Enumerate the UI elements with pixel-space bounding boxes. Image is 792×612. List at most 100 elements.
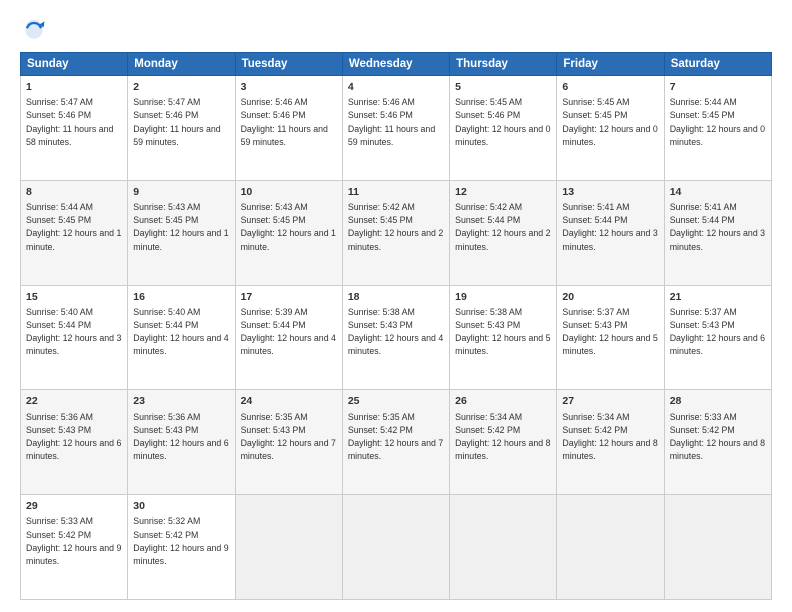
calendar-header-saturday: Saturday [664, 53, 771, 76]
calendar-cell: 5Sunrise: 5:45 AMSunset: 5:46 PMDaylight… [450, 76, 557, 181]
day-number: 14 [670, 185, 766, 200]
day-info: Sunrise: 5:33 AMSunset: 5:42 PMDaylight:… [670, 412, 765, 462]
day-info: Sunrise: 5:46 AMSunset: 5:46 PMDaylight:… [241, 97, 328, 147]
day-info: Sunrise: 5:42 AMSunset: 5:44 PMDaylight:… [455, 202, 550, 252]
calendar-cell: 19 Sunrise: 5:38 AMSunset: 5:43 PMDayligh… [450, 285, 557, 390]
day-info: Sunrise: 5:34 AMSunset: 5:42 PMDaylight:… [455, 412, 550, 462]
day-info: Sunrise: 5:36 AMSunset: 5:43 PMDaylight:… [26, 412, 121, 462]
day-number: 7 [670, 80, 766, 95]
calendar-cell: 2 Sunrise: 5:47 AMSunset: 5:46 PMDaylight… [128, 76, 235, 181]
calendar-cell: 23 Sunrise: 5:36 AMSunset: 5:43 PMDayligh… [128, 390, 235, 495]
day-info: Sunrise: 5:47 AMSunset: 5:46 PMDaylight:… [133, 97, 220, 147]
day-info: Sunrise: 5:36 AMSunset: 5:43 PMDaylight:… [133, 412, 228, 462]
day-info: Sunrise: 5:34 AMSunset: 5:42 PMDaylight:… [562, 412, 657, 462]
day-info: Sunrise: 5:37 AMSunset: 5:43 PMDaylight:… [562, 307, 657, 357]
calendar-week-2: 15 Sunrise: 5:40 AMSunset: 5:44 PMDayligh… [21, 285, 772, 390]
page: SundayMondayTuesdayWednesdayThursdayFrid… [0, 0, 792, 612]
calendar-cell [342, 495, 449, 600]
calendar-cell: 29Sunrise: 5:33 AMSunset: 5:42 PMDayligh… [21, 495, 128, 600]
calendar-cell: 6 Sunrise: 5:45 AMSunset: 5:45 PMDaylight… [557, 76, 664, 181]
day-info: Sunrise: 5:32 AMSunset: 5:42 PMDaylight:… [133, 516, 228, 566]
day-number: 15 [26, 290, 122, 305]
calendar-cell [557, 495, 664, 600]
day-info: Sunrise: 5:40 AMSunset: 5:44 PMDaylight:… [133, 307, 228, 357]
day-info: Sunrise: 5:42 AMSunset: 5:45 PMDaylight:… [348, 202, 443, 252]
calendar-cell: 28Sunrise: 5:33 AMSunset: 5:42 PMDayligh… [664, 390, 771, 495]
calendar-week-1: 8 Sunrise: 5:44 AMSunset: 5:45 PMDaylight… [21, 180, 772, 285]
calendar-cell: 4 Sunrise: 5:46 AMSunset: 5:46 PMDaylight… [342, 76, 449, 181]
day-number: 21 [670, 290, 766, 305]
day-info: Sunrise: 5:45 AMSunset: 5:45 PMDaylight:… [562, 97, 657, 147]
day-number: 26 [455, 394, 551, 409]
calendar-cell: 17 Sunrise: 5:39 AMSunset: 5:44 PMDayligh… [235, 285, 342, 390]
day-number: 8 [26, 185, 122, 200]
day-number: 18 [348, 290, 444, 305]
calendar-cell: 8 Sunrise: 5:44 AMSunset: 5:45 PMDaylight… [21, 180, 128, 285]
day-number: 17 [241, 290, 337, 305]
calendar-body: 1 Sunrise: 5:47 AMSunset: 5:46 PMDaylight… [21, 76, 772, 600]
day-number: 30 [133, 499, 229, 514]
day-number: 16 [133, 290, 229, 305]
calendar-cell: 13Sunrise: 5:41 AMSunset: 5:44 PMDayligh… [557, 180, 664, 285]
calendar-cell: 25Sunrise: 5:35 AMSunset: 5:42 PMDayligh… [342, 390, 449, 495]
calendar-cell: 3 Sunrise: 5:46 AMSunset: 5:46 PMDaylight… [235, 76, 342, 181]
day-number: 6 [562, 80, 658, 95]
header [20, 16, 772, 44]
day-info: Sunrise: 5:47 AMSunset: 5:46 PMDaylight:… [26, 97, 113, 147]
calendar-header-sunday: Sunday [21, 53, 128, 76]
day-info: Sunrise: 5:35 AMSunset: 5:42 PMDaylight:… [348, 412, 443, 462]
day-info: Sunrise: 5:46 AMSunset: 5:46 PMDaylight:… [348, 97, 435, 147]
day-number: 3 [241, 80, 337, 95]
calendar-cell: 9 Sunrise: 5:43 AMSunset: 5:45 PMDaylight… [128, 180, 235, 285]
calendar-cell: 7 Sunrise: 5:44 AMSunset: 5:45 PMDaylight… [664, 76, 771, 181]
day-number: 11 [348, 185, 444, 200]
day-info: Sunrise: 5:43 AMSunset: 5:45 PMDaylight:… [133, 202, 228, 252]
day-info: Sunrise: 5:35 AMSunset: 5:43 PMDaylight:… [241, 412, 336, 462]
calendar-table: SundayMondayTuesdayWednesdayThursdayFrid… [20, 52, 772, 600]
day-info: Sunrise: 5:37 AMSunset: 5:43 PMDaylight:… [670, 307, 765, 357]
calendar-week-3: 22 Sunrise: 5:36 AMSunset: 5:43 PMDayligh… [21, 390, 772, 495]
day-number: 23 [133, 394, 229, 409]
calendar-cell: 14Sunrise: 5:41 AMSunset: 5:44 PMDayligh… [664, 180, 771, 285]
day-number: 22 [26, 394, 122, 409]
calendar-cell: 11 Sunrise: 5:42 AMSunset: 5:45 PMDayligh… [342, 180, 449, 285]
calendar-cell: 10 Sunrise: 5:43 AMSunset: 5:45 PMDayligh… [235, 180, 342, 285]
day-number: 1 [26, 80, 122, 95]
logo-icon [20, 16, 48, 44]
day-info: Sunrise: 5:38 AMSunset: 5:43 PMDaylight:… [455, 307, 550, 357]
day-number: 2 [133, 80, 229, 95]
day-number: 27 [562, 394, 658, 409]
day-number: 24 [241, 394, 337, 409]
day-info: Sunrise: 5:41 AMSunset: 5:44 PMDaylight:… [562, 202, 657, 252]
day-number: 10 [241, 185, 337, 200]
calendar-header-wednesday: Wednesday [342, 53, 449, 76]
calendar-header-row: SundayMondayTuesdayWednesdayThursdayFrid… [21, 53, 772, 76]
day-info: Sunrise: 5:38 AMSunset: 5:43 PMDaylight:… [348, 307, 443, 357]
calendar-cell: 27 Sunrise: 5:34 AMSunset: 5:42 PMDayligh… [557, 390, 664, 495]
calendar-cell: 1 Sunrise: 5:47 AMSunset: 5:46 PMDaylight… [21, 76, 128, 181]
calendar-cell: 22 Sunrise: 5:36 AMSunset: 5:43 PMDayligh… [21, 390, 128, 495]
calendar-week-0: 1 Sunrise: 5:47 AMSunset: 5:46 PMDaylight… [21, 76, 772, 181]
calendar-header-monday: Monday [128, 53, 235, 76]
calendar-cell: 18 Sunrise: 5:38 AMSunset: 5:43 PMDayligh… [342, 285, 449, 390]
day-info: Sunrise: 5:44 AMSunset: 5:45 PMDaylight:… [26, 202, 121, 252]
calendar-cell: 16 Sunrise: 5:40 AMSunset: 5:44 PMDayligh… [128, 285, 235, 390]
day-number: 9 [133, 185, 229, 200]
day-info: Sunrise: 5:39 AMSunset: 5:44 PMDaylight:… [241, 307, 336, 357]
calendar-header-friday: Friday [557, 53, 664, 76]
day-info: Sunrise: 5:43 AMSunset: 5:45 PMDaylight:… [241, 202, 336, 252]
calendar-cell: 21 Sunrise: 5:37 AMSunset: 5:43 PMDayligh… [664, 285, 771, 390]
day-number: 12 [455, 185, 551, 200]
calendar-header-tuesday: Tuesday [235, 53, 342, 76]
day-info: Sunrise: 5:44 AMSunset: 5:45 PMDaylight:… [670, 97, 765, 147]
calendar-cell: 15Sunrise: 5:40 AMSunset: 5:44 PMDayligh… [21, 285, 128, 390]
calendar-header-thursday: Thursday [450, 53, 557, 76]
day-number: 19 [455, 290, 551, 305]
logo [20, 16, 52, 44]
calendar-cell: 20 Sunrise: 5:37 AMSunset: 5:43 PMDayligh… [557, 285, 664, 390]
day-number: 4 [348, 80, 444, 95]
calendar-cell [235, 495, 342, 600]
day-info: Sunrise: 5:45 AMSunset: 5:46 PMDaylight:… [455, 97, 550, 147]
calendar-week-4: 29Sunrise: 5:33 AMSunset: 5:42 PMDayligh… [21, 495, 772, 600]
day-number: 20 [562, 290, 658, 305]
